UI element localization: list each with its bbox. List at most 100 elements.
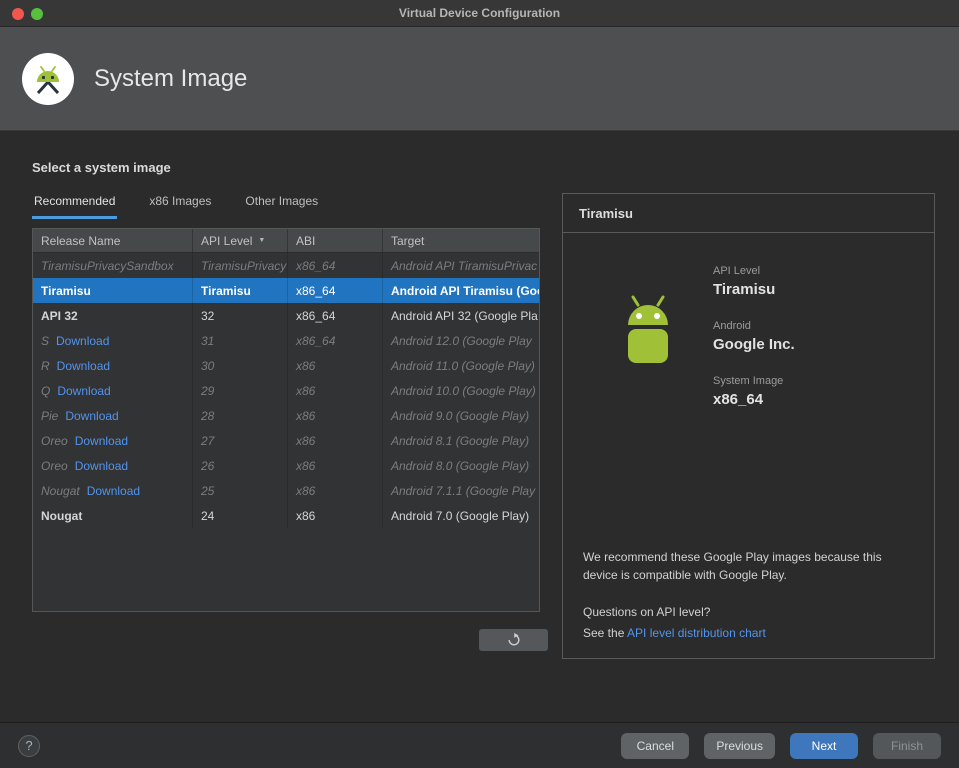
table-row[interactable]: Nougat Download 25 x86 Android 7.1.1 (Google… bbox=[33, 478, 539, 503]
spec-item: API Level Tiramisu bbox=[713, 265, 795, 298]
api-level-question: Questions on API level? bbox=[583, 605, 711, 619]
api-level-cell: 28 bbox=[193, 403, 288, 428]
download-link[interactable]: Download bbox=[56, 334, 109, 348]
abi-cell: x86 bbox=[288, 453, 383, 478]
target-cell: Android 7.0 (Google Play) bbox=[391, 508, 530, 523]
abi-cell: x86_64 bbox=[288, 328, 383, 353]
table-body: TiramisuPrivacySandbox TiramisuPrivacy x86… bbox=[33, 253, 539, 528]
table-header: Release Name API Level ▼ ABI Target bbox=[33, 229, 539, 253]
detail-top: API Level Tiramisu Android Google Inc. Syste… bbox=[611, 265, 914, 430]
next-button[interactable]: Next bbox=[790, 732, 858, 759]
release-name-cell: R Download bbox=[33, 353, 193, 378]
previous-button[interactable]: Previous bbox=[704, 732, 775, 759]
table-row[interactable]: Q Download 29 x86 Android 10.0 (Google Play) bbox=[33, 378, 539, 403]
table-row[interactable]: TiramisuPrivacySandbox TiramisuPrivacy x86… bbox=[33, 253, 539, 278]
android-logo bbox=[611, 291, 685, 430]
column-header-abi[interactable]: ABI bbox=[288, 229, 383, 252]
column-label: Target bbox=[391, 233, 425, 248]
spec-label: API Level bbox=[713, 265, 761, 277]
table-row[interactable]: API 32 32 x86_64 Android API 32 (Google Pla bbox=[33, 303, 539, 328]
release-name: API 32 bbox=[41, 308, 78, 323]
tab-x86-images[interactable]: x86 Images bbox=[147, 194, 213, 219]
download-link[interactable]: Download bbox=[75, 434, 128, 448]
column-header-target[interactable]: Target bbox=[383, 229, 539, 252]
table-row[interactable]: Pie Download 28 x86 Android 9.0 (Google Play… bbox=[33, 403, 539, 428]
cancel-button[interactable]: Cancel bbox=[621, 732, 690, 759]
spec-value: Google Inc. bbox=[713, 336, 795, 353]
column-header-release-name[interactable]: Release Name bbox=[33, 229, 193, 252]
table-row[interactable]: Nougat 24 x86 Android 7.0 (Google Play) bbox=[33, 503, 539, 528]
release-name-cell: Oreo Download bbox=[33, 453, 193, 478]
release-name: S bbox=[41, 333, 50, 348]
close-button[interactable] bbox=[12, 8, 24, 20]
spec-label: System Image bbox=[713, 375, 784, 387]
release-name: Nougat bbox=[41, 508, 83, 523]
sort-descending-icon: ▼ bbox=[258, 237, 266, 244]
target-cell: Android 12.0 (Google Play bbox=[391, 333, 532, 348]
section-title: Select a system image bbox=[32, 160, 171, 175]
virtual-device-configuration-window: Virtual Device Configuration System Imag… bbox=[0, 0, 959, 768]
release-name-cell: Oreo Download bbox=[33, 428, 193, 453]
abi-cell: x86 bbox=[288, 403, 383, 428]
download-link[interactable]: Download bbox=[57, 384, 110, 398]
api-level-cell: TiramisuPrivacy bbox=[193, 253, 288, 278]
download-link[interactable]: Download bbox=[87, 484, 140, 498]
refresh-icon bbox=[507, 633, 519, 646]
api-distribution-chart-link[interactable]: API level distribution chart bbox=[627, 626, 766, 640]
release-name-cell: Nougat bbox=[33, 503, 193, 528]
wizard-header: System Image bbox=[0, 27, 959, 131]
detail-column: Tiramisu API Level Tiramisu Android Goog… bbox=[562, 193, 935, 659]
target-cell: Android API Tiramisu (Goo bbox=[391, 283, 539, 298]
api-level-cell: 30 bbox=[193, 353, 288, 378]
download-link[interactable]: Download bbox=[57, 359, 110, 373]
api-level-cell: 25 bbox=[193, 478, 288, 503]
table-row[interactable]: Oreo Download 27 x86 Android 8.1 (Google Pla… bbox=[33, 428, 539, 453]
table-row[interactable]: R Download 30 x86 Android 11.0 (Google Play) bbox=[33, 353, 539, 378]
help-button[interactable]: ? bbox=[18, 734, 40, 757]
api-level-cell: 29 bbox=[193, 378, 288, 403]
detail-panel: Tiramisu API Level Tiramisu Android Goog… bbox=[562, 193, 935, 659]
tabs: Recommended x86 Images Other Images bbox=[32, 194, 540, 219]
refresh-button[interactable] bbox=[479, 629, 548, 651]
detail-title: Tiramisu bbox=[563, 194, 934, 233]
footer-bar: ? Cancel Previous Next Finish bbox=[0, 722, 959, 768]
window-title: Virtual Device Configuration bbox=[398, 6, 561, 20]
api-level-cell: 26 bbox=[193, 453, 288, 478]
detail-body: API Level Tiramisu Android Google Inc. Syste… bbox=[563, 233, 934, 658]
target-cell: Android 10.0 (Google Play) bbox=[391, 383, 536, 398]
column-header-api-level[interactable]: API Level ▼ bbox=[193, 229, 288, 252]
release-name: Pie bbox=[41, 408, 59, 423]
download-link[interactable]: Download bbox=[65, 409, 118, 423]
spec-label: Android bbox=[713, 320, 751, 332]
download-link[interactable]: Download bbox=[75, 459, 128, 473]
titlebar: Virtual Device Configuration bbox=[0, 0, 959, 27]
table-actions bbox=[32, 629, 548, 651]
spec-item: Android Google Inc. bbox=[713, 320, 795, 353]
traffic-lights bbox=[12, 8, 43, 20]
abi-cell: x86 bbox=[288, 353, 383, 378]
release-name-cell: Nougat Download bbox=[33, 478, 193, 503]
target-cell: Android 9.0 (Google Play) bbox=[391, 408, 530, 423]
main-content: Select a system image Recommended x86 Ima… bbox=[0, 131, 959, 659]
tab-other-images[interactable]: Other Images bbox=[243, 194, 320, 219]
abi-cell: x86 bbox=[288, 428, 383, 453]
see-the-text: See the bbox=[583, 626, 628, 640]
target-cell: Android 7.1.1 (Google Play bbox=[391, 483, 536, 498]
table-row[interactable]: Oreo Download 26 x86 Android 8.0 (Google Pla… bbox=[33, 453, 539, 478]
system-image-table: Release Name API Level ▼ ABI Target Tira… bbox=[32, 228, 540, 612]
release-name: R bbox=[41, 358, 50, 373]
release-name: Oreo bbox=[41, 433, 68, 448]
detail-bottom: We recommend these Google Play images be… bbox=[583, 548, 914, 640]
specs: API Level Tiramisu Android Google Inc. Syste… bbox=[713, 265, 795, 430]
release-name: Oreo bbox=[41, 458, 68, 473]
zoom-button[interactable] bbox=[31, 8, 43, 20]
table-row[interactable]: S Download 31 x86_64 Android 12.0 (Google Pl… bbox=[33, 328, 539, 353]
target-cell: Android API TiramisuPrivac bbox=[391, 258, 538, 273]
spec-value: Tiramisu bbox=[713, 281, 776, 298]
table-row[interactable]: Tiramisu Tiramisu x86_64 Android API Tirami… bbox=[33, 278, 539, 303]
abi-cell: x86 bbox=[288, 478, 383, 503]
abi-cell: x86_64 bbox=[288, 303, 383, 328]
column-label: API Level bbox=[201, 233, 253, 248]
tab-recommended[interactable]: Recommended bbox=[32, 194, 118, 219]
abi-cell: x86_64 bbox=[288, 253, 383, 278]
